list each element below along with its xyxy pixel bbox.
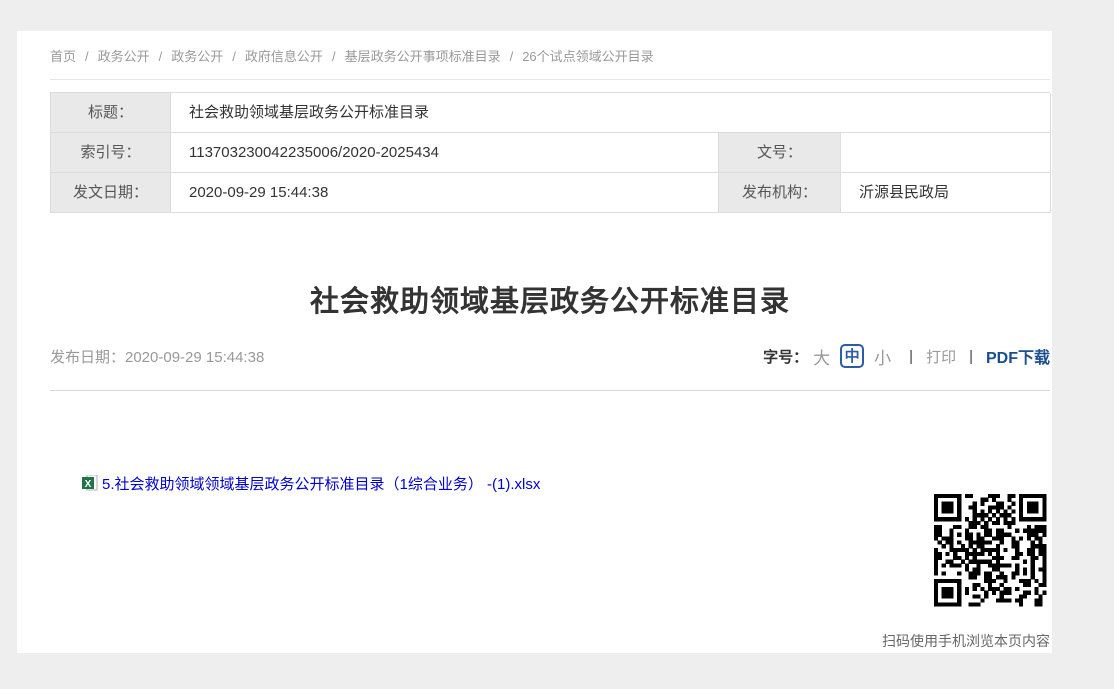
- breadcrumb-item[interactable]: 26个试点领域公开目录: [522, 49, 653, 64]
- breadcrumb-item[interactable]: 首页: [50, 49, 76, 64]
- attachment-row: X 5.社会救助领域领域基层政务公开标准目录（1综合业务） -(1).xlsx: [82, 471, 540, 495]
- toolbar-separator: |: [909, 348, 913, 365]
- breadcrumb-separator: /: [159, 49, 163, 64]
- meta-agency-value: 沂源县民政局: [841, 173, 1051, 213]
- font-size-medium-button[interactable]: 中: [840, 344, 864, 368]
- svg-text:X: X: [85, 479, 92, 490]
- breadcrumb-separator: /: [232, 49, 236, 64]
- breadcrumb: 首页 / 政务公开 / 政务公开 / 政府信息公开 / 基层政务公开事项标准目录 / 26个试点领域…: [50, 48, 1050, 66]
- excel-file-icon: X: [82, 475, 98, 491]
- breadcrumb-item[interactable]: 基层政务公开事项标准目录: [345, 49, 501, 64]
- content-panel: 首页 / 政务公开 / 政务公开 / 政府信息公开 / 基层政务公开事项标准目录 / 26个试点领域…: [17, 31, 1052, 653]
- font-size-large-button[interactable]: 大: [813, 344, 830, 369]
- attachment-link[interactable]: 5.社会救助领域领域基层政务公开标准目录（1综合业务） -(1).xlsx: [102, 473, 540, 494]
- breadcrumb-item[interactable]: 政务公开: [98, 49, 150, 64]
- publish-date: 发布日期：2020-09-29 15:44:38: [50, 346, 264, 367]
- qr-code: [930, 490, 1050, 610]
- meta-index-label: 索引号：: [51, 133, 171, 173]
- toolbar-separator: |: [969, 348, 973, 365]
- meta-title-label: 标题：: [51, 93, 171, 133]
- meta-title-value: 社会救助领域基层政务公开标准目录: [171, 93, 1051, 133]
- breadcrumb-divider: [50, 79, 1050, 80]
- print-button[interactable]: 打印: [926, 346, 956, 367]
- meta-date-label: 发文日期：: [51, 173, 171, 213]
- font-size-label: 字号：: [763, 346, 808, 367]
- article-toolbar: 字号： 大 中 小 | 打印 | PDF下载: [763, 344, 1050, 369]
- breadcrumb-item[interactable]: 政务公开: [171, 49, 223, 64]
- breadcrumb-separator: /: [85, 49, 89, 64]
- page-title: 社会救助领域基层政务公开标准目录: [50, 284, 1050, 320]
- breadcrumb-separator: /: [510, 49, 514, 64]
- meta-index-value: 113703230042235006/2020-2025434: [171, 133, 719, 173]
- meta-table: 标题： 社会救助领域基层政务公开标准目录 索引号： 11370323004223…: [50, 92, 1050, 213]
- breadcrumb-separator: /: [332, 49, 336, 64]
- qr-caption: 扫码使用手机浏览本页内容: [882, 631, 1050, 651]
- meta-date-value: 2020-09-29 15:44:38: [171, 173, 719, 213]
- meta-docno-value: [841, 133, 1051, 173]
- content-divider: [50, 390, 1050, 391]
- pdf-download-button[interactable]: PDF下载: [986, 344, 1050, 368]
- meta-agency-label: 发布机构：: [719, 173, 841, 213]
- meta-docno-label: 文号：: [719, 133, 841, 173]
- font-size-small-button[interactable]: 小: [874, 344, 891, 369]
- breadcrumb-item[interactable]: 政府信息公开: [245, 49, 323, 64]
- date-toolbar-row: 发布日期：2020-09-29 15:44:38 字号： 大 中 小 | 打印 …: [50, 340, 1050, 372]
